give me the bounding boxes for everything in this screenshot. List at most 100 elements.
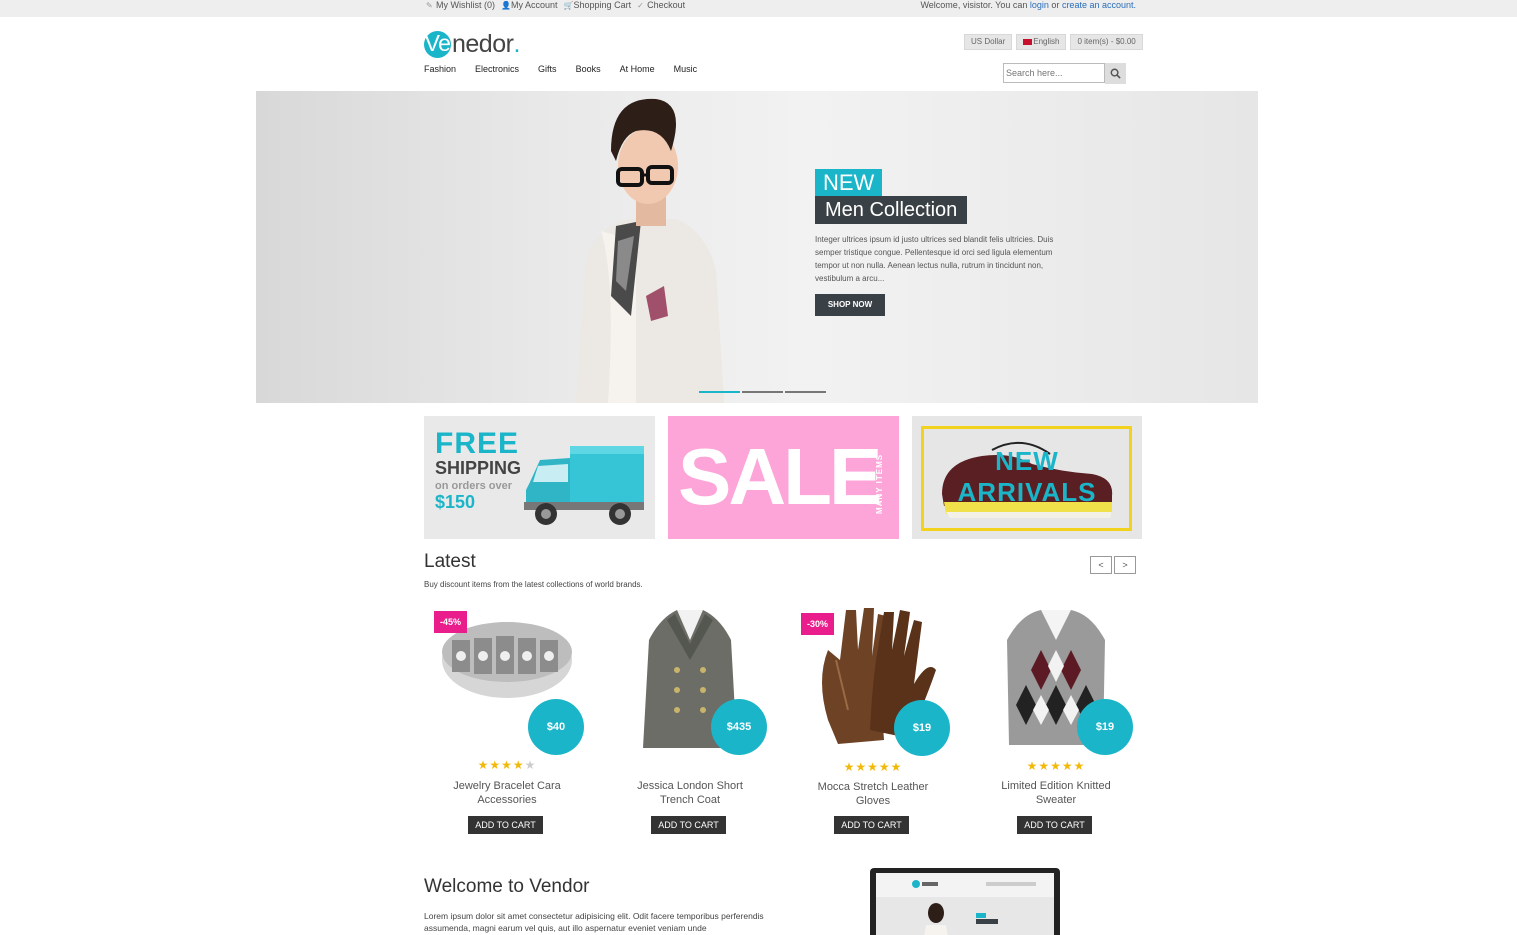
orders-text: on orders over — [435, 480, 513, 492]
hero-new-tag: NEW — [815, 169, 883, 196]
currency-select[interactable]: US Dollar — [964, 34, 1013, 50]
product-name[interactable]: Jewelry Bracelet Cara Accessories — [422, 779, 592, 807]
latest-title: Latest — [424, 551, 476, 572]
user-icon: 👤 — [501, 0, 511, 10]
rating-stars: ★★★★★ — [843, 760, 903, 774]
discount-badge: -45% — [434, 611, 468, 633]
product-name[interactable]: Jessica London Short Trench Coat — [605, 779, 775, 807]
add-to-cart-button[interactable]: ADD TO CART — [651, 816, 726, 834]
carousel-next-button[interactable]: > — [1114, 556, 1136, 574]
product-name[interactable]: Mocca Stretch Leather Gloves — [788, 780, 958, 808]
product-card: $435 Jessica London Short Trench Coat ADD… — [605, 600, 775, 840]
sale-banner[interactable]: SALE MANY ITEMS — [668, 416, 899, 539]
nav-item-gifts[interactable]: Gifts — [538, 64, 557, 74]
checkout-label: Checkout — [647, 0, 686, 10]
language-select[interactable]: English — [1016, 34, 1067, 50]
shipping-text: SHIPPING — [435, 458, 522, 478]
product-card: $19 ★★★★★ Limited Edition Knitted Sweater… — [971, 600, 1141, 840]
welcome-text: Lorem ipsum dolor sit amet consectetur a… — [424, 911, 764, 933]
add-to-cart-button[interactable]: ADD TO CART — [1017, 816, 1092, 834]
welcome-prefix: Welcome, visistor. You can — [920, 0, 1028, 10]
nav-item-music[interactable]: Music — [674, 64, 698, 74]
logo[interactable]: Ve nedor. — [424, 30, 520, 58]
rating-stars: ★★★★★ — [477, 758, 537, 772]
cart-link[interactable]: 🛒 Shopping Cart — [564, 0, 632, 11]
new-arrivals-text: NEW ARRIVALS — [912, 446, 1142, 508]
arrivals-word: ARRIVALS — [957, 477, 1097, 507]
add-to-cart-button[interactable]: ADD TO CART — [834, 816, 909, 834]
cart-label: Shopping Cart — [573, 0, 632, 10]
logo-dot: . — [513, 29, 520, 58]
nav-item-books[interactable]: Books — [576, 64, 601, 74]
price-badge: $19 — [1077, 699, 1133, 755]
top-bar: ✎ My Wishlist (0) 👤 My Account 🛒 Shopping C… — [0, 0, 1517, 17]
product-name-line1: Limited Edition Knitted — [1001, 780, 1111, 792]
price-badge: $19 — [894, 700, 950, 756]
add-to-cart-button[interactable]: ADD TO CART — [468, 816, 543, 834]
slider-dot-3[interactable] — [785, 391, 826, 393]
nav-item-electronics[interactable]: Electronics — [475, 64, 519, 74]
wishlist-icon: ✎ — [426, 0, 433, 10]
hero-slider: NEW Men Collection Integer ultrices ipsu… — [256, 91, 1258, 403]
rating-stars: ★★★★★ — [1026, 759, 1086, 773]
latest-subtitle: Buy discount items from the latest colle… — [424, 580, 643, 589]
product-name-line2: Trench Coat — [659, 794, 721, 806]
new-arrivals-banner[interactable]: NEW ARRIVALS — [912, 416, 1142, 539]
create-account-link[interactable]: create an account. — [1062, 0, 1136, 10]
cart-summary-button[interactable]: 0 item(s) - $0.00 — [1070, 34, 1143, 50]
top-links: ✎ My Wishlist (0) 👤 My Account 🛒 Shopping C… — [426, 0, 685, 11]
carousel-prev-button[interactable]: < — [1090, 556, 1112, 574]
account-link[interactable]: 👤 My Account — [501, 0, 558, 11]
device-preview-image — [870, 868, 1060, 935]
truck-icon — [524, 446, 644, 525]
wishlist-label: My Wishlist (0) — [436, 0, 495, 10]
check-icon: ✓ — [637, 0, 644, 10]
discount-badge: -30% — [801, 613, 835, 635]
device-screen — [876, 873, 1054, 935]
main-nav: Fashion Electronics Gifts Books At Home … — [424, 64, 716, 74]
product-name-line1: Mocca Stretch Leather — [817, 781, 929, 793]
price-badge: $40 — [528, 699, 584, 755]
product-name-line2: Gloves — [855, 795, 891, 807]
logo-text: nedor — [452, 29, 514, 58]
site-preview — [876, 880, 1054, 935]
free-shipping-banner[interactable]: FREE SHIPPING on orders over $150 — [424, 416, 655, 539]
search-input[interactable] — [1003, 63, 1105, 83]
search-button[interactable] — [1105, 63, 1126, 84]
product-name-line2: Accessories — [477, 794, 537, 806]
price-badge: $435 — [711, 699, 767, 755]
hero-description: Integer ultrices ipsum id justo ultrices… — [815, 235, 1054, 283]
many-items-text: MANY ITEMS — [875, 453, 884, 514]
product-name-line2: Sweater — [1035, 794, 1077, 806]
login-link[interactable]: login — [1030, 0, 1049, 10]
product-card: -30% $19 ★★★★★ Mocca Stretch Leather Glov… — [788, 600, 958, 840]
model-image — [576, 98, 724, 403]
product-name-line1: Jewelry Bracelet Cara — [453, 780, 561, 792]
or-text: or — [1051, 0, 1060, 10]
nav-item-fashion[interactable]: Fashion — [424, 64, 456, 74]
nav-item-at-home[interactable]: At Home — [620, 64, 655, 74]
account-label: My Account — [511, 0, 558, 10]
uk-flag-icon — [1023, 38, 1033, 45]
header-controls: US Dollar English 0 item(s) - $0.00 — [964, 34, 1143, 50]
product-card: -45% $40 ★★★★★ Jewelry Bracelet Cara Acce… — [422, 600, 592, 840]
new-word: NEW — [995, 446, 1059, 476]
product-name[interactable]: Limited Edition Knitted Sweater — [971, 779, 1141, 807]
search-icon — [1110, 68, 1121, 79]
amount-text: $150 — [435, 492, 476, 512]
sale-text: SALE — [678, 432, 882, 521]
hero-title: Men Collection — [815, 196, 968, 224]
welcome-title: Welcome to Vendor — [424, 876, 590, 897]
cart-icon: 🛒 — [563, 0, 574, 10]
shop-now-button[interactable]: SHOP NOW — [815, 294, 885, 316]
logo-mark: Ve — [424, 29, 451, 58]
welcome-message: Welcome, visistor. You can login or crea… — [920, 0, 1136, 11]
product-name-line1: Jessica London Short — [637, 780, 743, 792]
slider-dot-2[interactable] — [742, 391, 783, 393]
slider-dots — [699, 391, 826, 393]
wishlist-link[interactable]: ✎ My Wishlist (0) — [426, 0, 495, 11]
language-label: English — [1033, 37, 1060, 46]
slider-dot-1[interactable] — [699, 391, 740, 393]
checkout-link[interactable]: ✓ Checkout — [637, 0, 685, 11]
free-text: FREE — [435, 427, 520, 460]
